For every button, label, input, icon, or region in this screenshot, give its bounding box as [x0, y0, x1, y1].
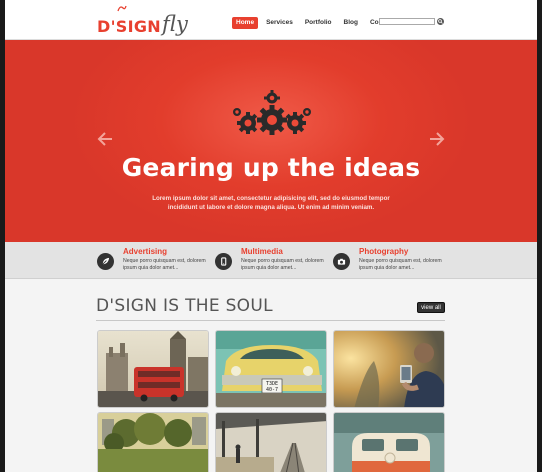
portfolio-item[interactable]	[333, 412, 445, 472]
camera-icon	[333, 253, 350, 270]
logo-main-text: D'SIGN	[97, 17, 161, 36]
portfolio-item[interactable]	[97, 412, 209, 472]
london-bus-photo	[98, 331, 208, 407]
logo-sub-text: fly	[161, 12, 188, 36]
portfolio-item[interactable]	[215, 412, 327, 472]
nav-blog[interactable]: Blog	[340, 17, 362, 29]
logo-swirl-icon	[117, 5, 127, 12]
portfolio-item[interactable]	[333, 330, 445, 408]
svg-text:40-7: 40-7	[266, 387, 278, 393]
main-nav: Home Services Portfolio Blog Contact	[232, 17, 402, 29]
section-title: D'SIGN IS THE SOUL	[96, 296, 273, 316]
view-all-button[interactable]: view all	[417, 302, 445, 313]
service-text: Neque porro quisquam est, dolorem ipsum …	[123, 258, 206, 271]
train-station-photo	[216, 413, 326, 472]
portfolio-item[interactable]: T3DE 40-7	[215, 330, 327, 408]
leaf-icon	[97, 253, 114, 270]
nav-portfolio[interactable]: Portfolio	[301, 17, 336, 29]
service-photography[interactable]: Photography Neque porro quisquam est, do…	[333, 247, 445, 275]
search-icon	[438, 19, 443, 24]
gears-icon	[233, 90, 311, 135]
yellow-car-photo: T3DE 40-7	[216, 331, 326, 407]
site-header: D'SIGN fly Home Services Portfolio Blog …	[5, 0, 537, 40]
service-text: Neque porro quisquam est, dolorem ipsum …	[359, 258, 442, 271]
phone-icon	[215, 253, 232, 270]
service-title: Multimedia	[241, 247, 283, 256]
slider-next-arrow-icon[interactable]	[429, 132, 445, 146]
man-with-phone-photo	[334, 331, 444, 407]
page-frame: D'SIGN fly Home Services Portfolio Blog …	[5, 0, 537, 472]
hero-title: Gearing up the ideas	[121, 153, 421, 182]
service-text: Neque porro quisquam est, dolorem ipsum …	[241, 258, 324, 271]
nav-services[interactable]: Services	[262, 17, 297, 29]
hero-slider: Gearing up the ideas Lorem ipsum dolor s…	[5, 40, 537, 242]
section-divider	[96, 320, 445, 321]
search-box	[379, 18, 444, 25]
search-input[interactable]	[379, 18, 435, 25]
services-strip: Advertising Neque porro quisquam est, do…	[5, 242, 537, 279]
vintage-van-photo	[334, 413, 444, 472]
service-title: Advertising	[123, 247, 168, 256]
service-multimedia[interactable]: Multimedia Neque porro quisquam est, dol…	[215, 247, 327, 275]
nav-home[interactable]: Home	[232, 17, 259, 29]
service-advertising[interactable]: Advertising Neque porro quisquam est, do…	[97, 247, 209, 275]
city-park-photo	[98, 413, 208, 472]
portfolio-item[interactable]	[97, 330, 209, 408]
search-button[interactable]	[437, 18, 444, 25]
hero-text: Lorem ipsum dolor sit amet, consectetur …	[152, 195, 390, 211]
site-logo[interactable]: D'SIGN fly	[97, 5, 188, 36]
service-title: Photography	[359, 247, 409, 256]
slider-prev-arrow-icon[interactable]	[97, 132, 113, 146]
